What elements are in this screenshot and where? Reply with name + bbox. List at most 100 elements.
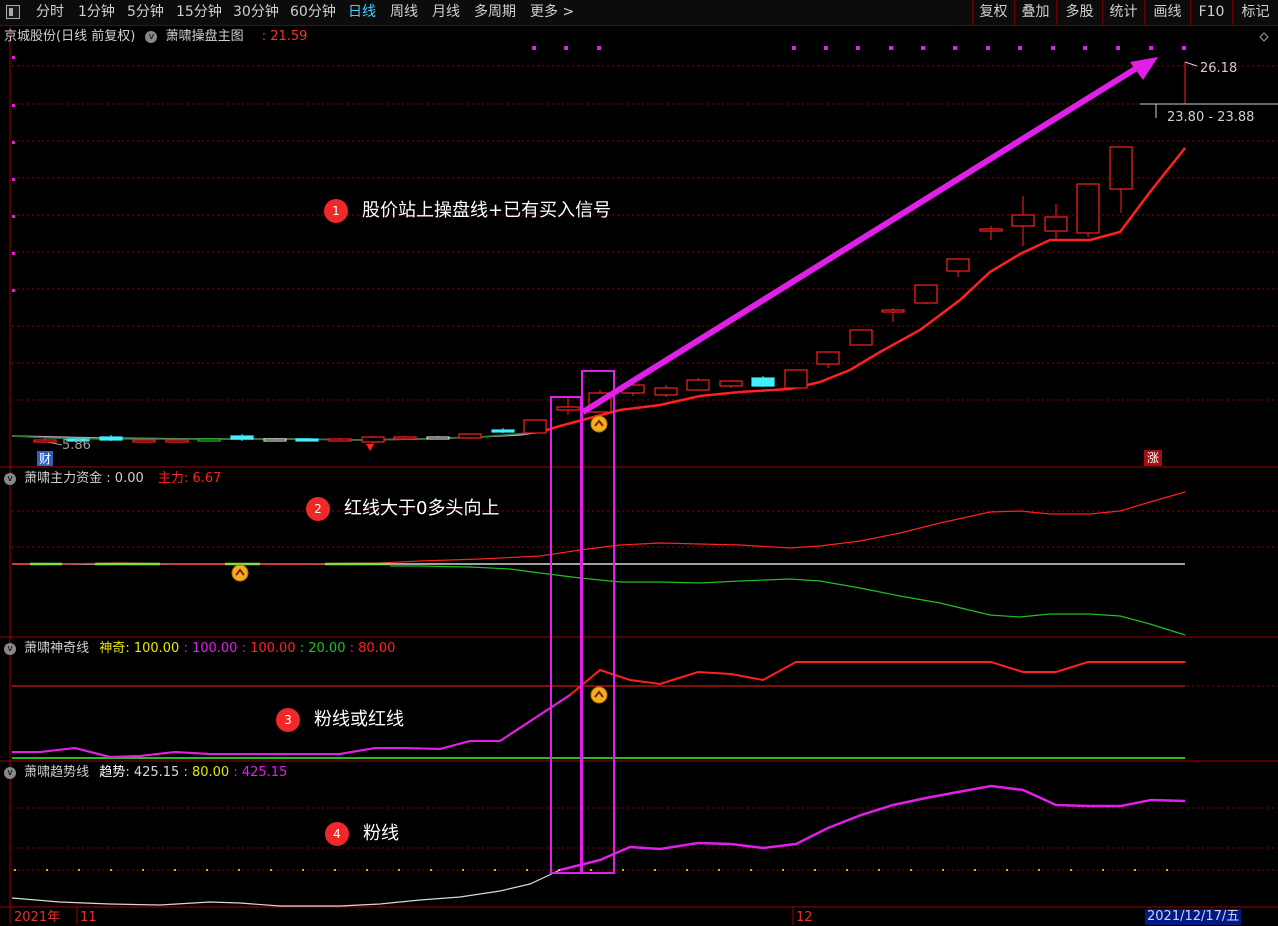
candle <box>295 438 319 442</box>
panel3-name: 萧啸神奇线 <box>24 641 90 656</box>
candle <box>751 376 775 387</box>
panel2-header: v 萧啸主力资金 : 0.00 主力: 6.67 <box>4 471 221 487</box>
candle <box>426 436 450 440</box>
axis-year-label: 2021年 <box>14 910 61 925</box>
chevron-down-icon[interactable]: v <box>145 30 158 43</box>
candle-body <box>230 435 254 440</box>
buy-signal-icon <box>231 564 249 582</box>
signal-dot <box>12 141 15 144</box>
candle <box>946 258 970 277</box>
threshold-dot <box>750 869 752 871</box>
chevron-down-icon[interactable]: v <box>4 766 16 779</box>
candle-body <box>458 433 482 439</box>
candle-body <box>719 380 743 387</box>
threshold-dot <box>718 869 720 871</box>
threshold-dot <box>366 869 368 871</box>
threshold-dot <box>238 869 240 871</box>
candle <box>784 369 808 389</box>
candle <box>197 438 221 442</box>
current-date-label: 2021/12/17/五 <box>1145 909 1242 925</box>
signal-dot <box>564 46 568 50</box>
candle-body <box>979 228 1003 232</box>
candle-body <box>556 406 580 411</box>
finance-badge[interactable]: 财 <box>37 451 53 466</box>
candle-body <box>197 438 221 442</box>
panel3-value-green: : 20.00 <box>299 641 346 656</box>
panel4-value-white: : 425.15 <box>125 765 180 780</box>
main-price-panel <box>11 61 1278 451</box>
panel4-value-yellow: : 80.00 <box>183 765 230 780</box>
threshold-dot <box>814 869 816 871</box>
threshold-dot <box>526 869 528 871</box>
candle-body <box>1011 214 1035 227</box>
candle-body <box>328 438 352 442</box>
candle-body <box>361 436 385 443</box>
signal-dot <box>986 46 990 50</box>
annotation-badge: 1 <box>324 199 348 223</box>
axis-month-11: 11 <box>80 910 97 925</box>
annotation-4: 4 粉线 <box>325 822 399 846</box>
threshold-dot <box>622 869 624 871</box>
main-indicator-name: 萧啸操盘主图 <box>165 29 244 44</box>
candle <box>230 434 254 441</box>
candle-body <box>751 377 775 387</box>
low-price-label: 5.86 <box>62 438 91 453</box>
candle-body <box>33 439 57 443</box>
candle <box>263 438 287 442</box>
signal-dot <box>597 46 601 50</box>
signal-dot <box>1182 46 1186 50</box>
chevron-down-icon[interactable]: v <box>4 472 16 485</box>
threshold-dot <box>78 869 80 871</box>
buy-signal-circle <box>590 686 608 704</box>
candle-body <box>784 369 808 389</box>
axis-month-12: 12 <box>796 910 813 925</box>
chevron-down-icon[interactable]: v <box>4 642 16 655</box>
high-marker-arrow <box>1184 61 1198 67</box>
signal-dot <box>12 104 15 107</box>
candle-body <box>849 329 873 346</box>
signal-dot <box>889 46 893 50</box>
threshold-dot <box>654 869 656 871</box>
candle <box>979 226 1003 240</box>
candle <box>328 438 352 442</box>
high-price-label: 26.18 <box>1200 61 1238 76</box>
trend-line-panel <box>11 784 1186 907</box>
signal-dot <box>12 178 15 181</box>
signal-dot <box>824 46 828 50</box>
signal-dot <box>1083 46 1087 50</box>
price-range-label: 23.80 - 23.88 <box>1167 110 1255 125</box>
panel4-label: 趋势 <box>99 765 126 780</box>
candle-body <box>1109 146 1133 190</box>
annotation-badge: 2 <box>306 497 330 521</box>
candle-body <box>523 419 547 434</box>
threshold-dot <box>398 869 400 871</box>
signal-dot <box>12 215 15 218</box>
annotation-2: 2 红线大于0多头向上 <box>306 497 499 521</box>
threshold-dot <box>110 869 112 871</box>
sell-marker-icon <box>366 444 374 451</box>
annotation-3: 3 粉线或红线 <box>276 708 404 732</box>
annotation-text: 红线大于0多头向上 <box>344 498 500 519</box>
candle <box>99 435 123 441</box>
rise-badge[interactable]: 涨 <box>1144 450 1162 466</box>
trend-pink-line <box>559 784 1186 872</box>
threshold-dot <box>974 869 976 871</box>
candle-body <box>816 351 840 365</box>
signal-dot <box>12 56 15 59</box>
trend-white-line <box>11 869 561 907</box>
candle <box>1044 204 1068 240</box>
panel3-value-pink: : 100.00 <box>183 641 238 656</box>
threshold-dot <box>846 869 848 871</box>
annotation-1: 1 股价站上操盘线+已有买入信号 <box>324 199 611 223</box>
threshold-dot <box>1134 869 1136 871</box>
candle <box>1109 146 1133 213</box>
candle <box>556 398 580 415</box>
panel2-sub-value: : 6.67 <box>183 471 222 486</box>
candle-body <box>295 438 319 442</box>
candle <box>914 284 938 304</box>
signal-dot <box>12 252 15 255</box>
chart-canvas <box>0 26 1278 925</box>
candle <box>165 439 189 443</box>
candle <box>132 439 156 443</box>
signal-dot <box>532 46 536 50</box>
